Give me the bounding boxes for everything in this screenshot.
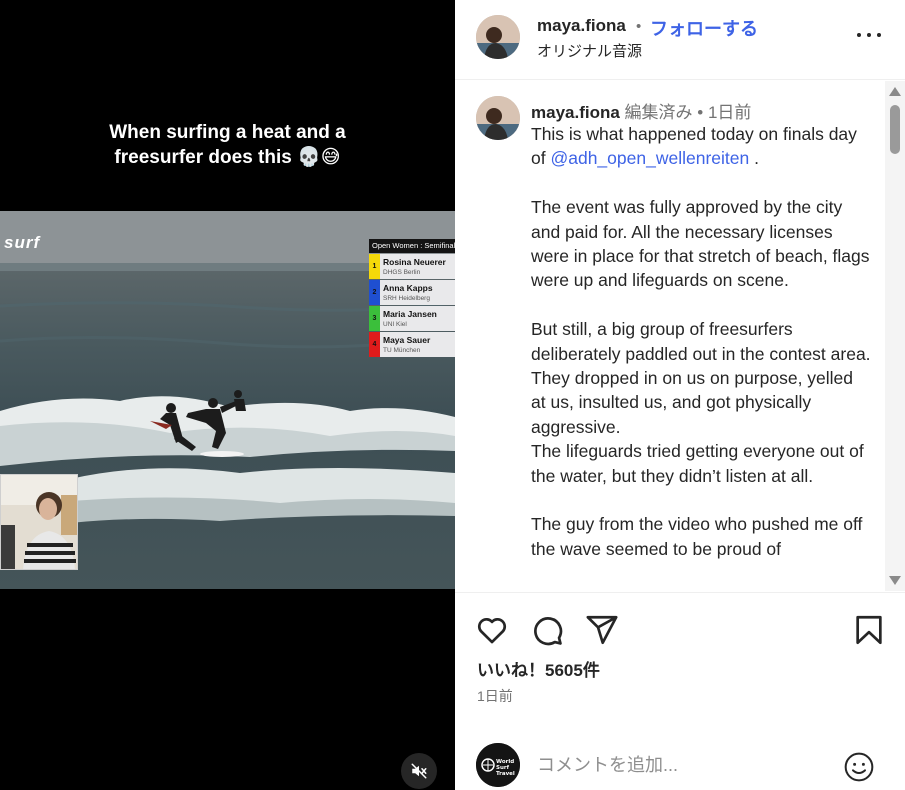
mute-toggle-button[interactable] bbox=[401, 753, 437, 789]
caption-paragraph: This is what happened today on finals da… bbox=[531, 122, 871, 171]
separator-dot: • bbox=[636, 18, 642, 35]
add-comment-bar: World Surf Travel bbox=[455, 733, 905, 790]
avatar-image bbox=[476, 15, 520, 59]
comment-icon[interactable] bbox=[530, 613, 564, 647]
mention-link[interactable]: @adh_open_wellenreiten bbox=[550, 148, 749, 168]
post-date: 1日前 bbox=[477, 688, 513, 704]
scoreboard-row: 2 Anna Kapps SRH Heidelberg bbox=[369, 280, 455, 305]
svg-text:Travel: Travel bbox=[496, 771, 515, 777]
caption-comment-area[interactable]: maya.fiona 編集済み • 1日前 This is what happe… bbox=[455, 81, 885, 591]
comment-header: maya.fiona 編集済み • 1日前 bbox=[531, 98, 751, 123]
audio-source-link[interactable]: オリジナル音源 bbox=[537, 40, 642, 61]
picture-in-picture-cam bbox=[0, 474, 78, 570]
scoreboard-rank: 1 bbox=[369, 254, 380, 279]
scoreboard-rank: 2 bbox=[369, 280, 380, 305]
surfer-university: DHGS Berlin bbox=[383, 269, 421, 276]
caption-paragraph: The guy from the video who pushed me off… bbox=[531, 514, 863, 559]
surfer-name: Rosina Neuerer bbox=[383, 257, 446, 267]
scoreboard-row: 4 Maya Sauer TU München bbox=[369, 332, 455, 357]
surfer-name: Maya Sauer bbox=[383, 335, 431, 345]
world-surf-travel-logo: World Surf Travel bbox=[476, 743, 520, 787]
viewer-avatar: World Surf Travel bbox=[476, 743, 520, 787]
scroll-up-arrow-icon[interactable] bbox=[889, 87, 901, 96]
caption-paragraph: The event was fully approved by the city… bbox=[531, 197, 870, 291]
muted-speaker-icon bbox=[411, 763, 427, 779]
comments-scrollbar[interactable] bbox=[885, 81, 905, 591]
follow-button[interactable]: フォローする bbox=[650, 15, 758, 41]
scoreboard-rank: 4 bbox=[369, 332, 380, 357]
comment-input[interactable] bbox=[537, 751, 817, 779]
more-options-icon[interactable] bbox=[857, 33, 881, 41]
like-count[interactable]: いいね！5605件 bbox=[477, 656, 600, 681]
caption-text: This is what happened today on finals da… bbox=[531, 122, 871, 561]
avatar-image bbox=[476, 96, 520, 140]
caption-paragraph: But still, a big group of freesurfers de… bbox=[531, 319, 871, 437]
caption-paragraph: The lifeguards tried getting everyone ou… bbox=[531, 441, 864, 486]
surfer-university: UNI Kiel bbox=[383, 321, 407, 328]
author-username[interactable]: maya.fiona bbox=[537, 16, 626, 36]
scrollbar-thumb[interactable] bbox=[890, 105, 900, 154]
surfer-name: Maria Jansen bbox=[383, 309, 437, 319]
video-caption: When surfing a heat and a freesurfer doe… bbox=[0, 120, 455, 170]
caption-line-2: freesurfer does this 💀😅 bbox=[114, 147, 341, 168]
surfer-university: TU München bbox=[383, 347, 421, 354]
post-header: maya.fiona • フォローする オリジナル音源 bbox=[455, 0, 905, 80]
video-frame: surf Open Women : Semifinal 1 Rosina Neu… bbox=[0, 211, 455, 589]
scoreboard-row: 3 Maria Jansen UNI Kiel bbox=[369, 306, 455, 331]
scroll-down-arrow-icon[interactable] bbox=[889, 576, 901, 585]
surfer-name: Anna Kapps bbox=[383, 283, 433, 293]
separator-dot: • bbox=[697, 103, 704, 122]
comment-author-avatar[interactable] bbox=[476, 96, 520, 140]
post-actions: いいね！5605件 1日前 World Surf Travel bbox=[455, 592, 905, 790]
heart-icon[interactable] bbox=[475, 613, 509, 647]
webcam-person-image bbox=[1, 475, 77, 569]
share-icon[interactable] bbox=[585, 613, 619, 647]
bookmark-icon[interactable] bbox=[852, 613, 886, 647]
caption-text-segment: . bbox=[749, 148, 759, 169]
comment-username[interactable]: maya.fiona bbox=[531, 103, 620, 122]
video-pane[interactable]: When surfing a heat and a freesurfer doe… bbox=[0, 0, 455, 790]
scoreboard-row: 1 Rosina Neuerer DHGS Berlin bbox=[369, 254, 455, 279]
scoreboard-title: Open Women : Semifinal bbox=[369, 239, 455, 253]
comment-time: 1日前 bbox=[707, 103, 752, 122]
emoji-icon[interactable] bbox=[843, 751, 875, 783]
author-avatar[interactable] bbox=[476, 15, 520, 59]
surfer-university: SRH Heidelberg bbox=[383, 295, 430, 302]
scoreboard-rank: 3 bbox=[369, 306, 380, 331]
heat-scoreboard: Open Women : Semifinal 1 Rosina Neuerer … bbox=[369, 239, 455, 357]
post-details-pane: maya.fiona • フォローする オリジナル音源 maya.fiona 編… bbox=[455, 0, 905, 790]
edited-label: 編集済み bbox=[624, 103, 693, 122]
caption-line-1: When surfing a heat and a bbox=[109, 122, 346, 143]
broadcast-logo: surf bbox=[4, 233, 41, 252]
